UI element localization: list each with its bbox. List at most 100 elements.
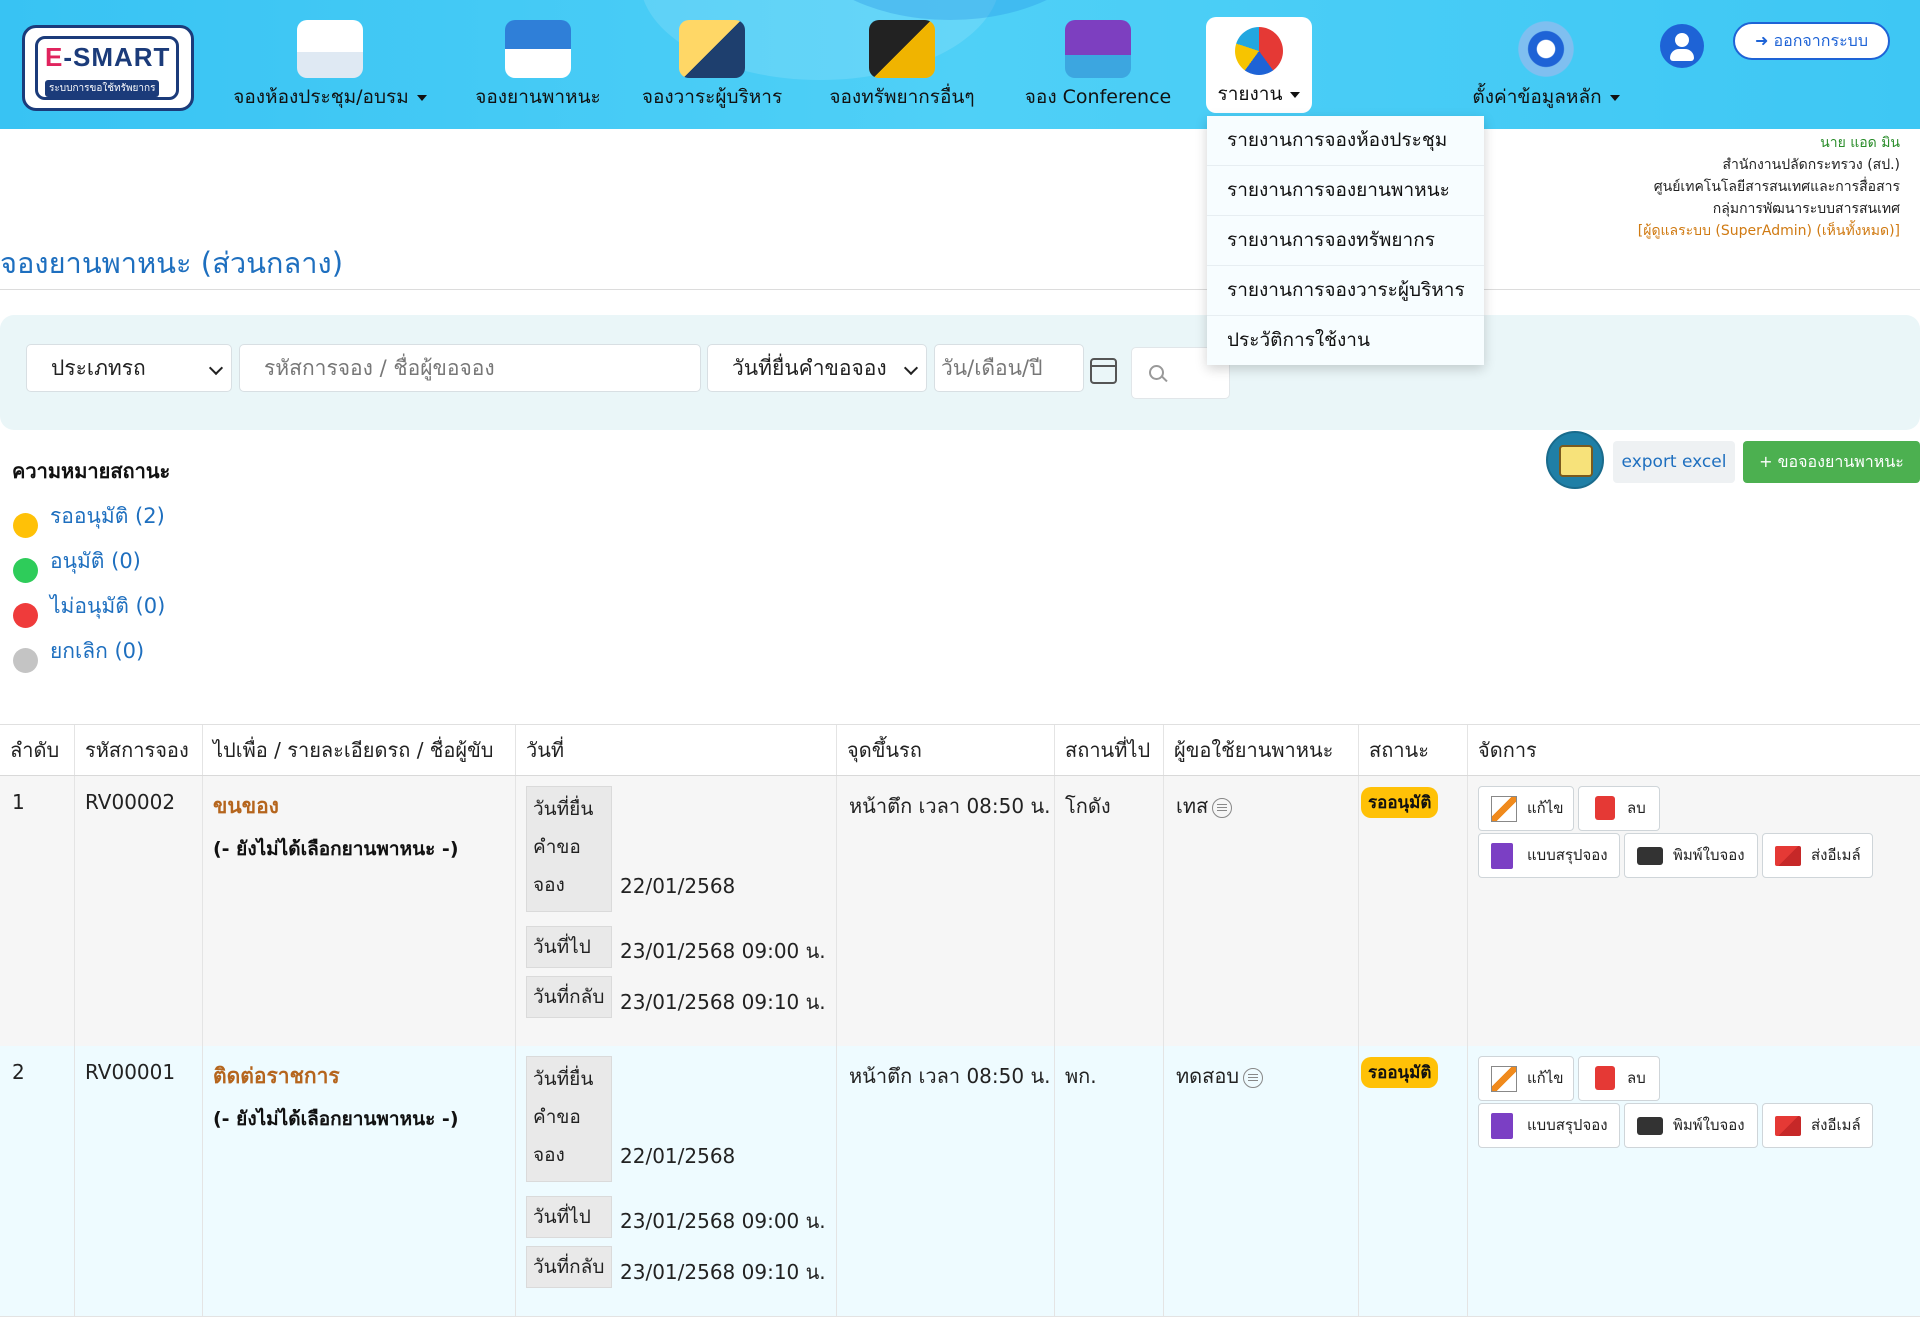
gmail-icon xyxy=(1775,1116,1801,1136)
delete-button[interactable]: ลบ xyxy=(1578,786,1660,831)
form-icon xyxy=(1491,843,1513,869)
requester-name: เทส xyxy=(1176,794,1209,818)
trip-purpose: ติดต่อราชการ xyxy=(213,1064,340,1088)
summary-button[interactable]: แบบสรุปจอง xyxy=(1478,1103,1620,1148)
add-booking-button[interactable]: + ขอจองยานพาหนะ xyxy=(1743,441,1920,483)
submit-label-line: วันที่ยื่น xyxy=(533,798,594,820)
nav-label-text: ตั้งค่าข้อมูลหลัก xyxy=(1472,86,1602,108)
booking-code: RV00001 xyxy=(85,1060,176,1084)
conference-icon xyxy=(1065,20,1131,78)
depart-date: 23/01/2568 09:00 น. xyxy=(620,939,826,963)
cell-requester: ทดสอบ xyxy=(1163,1046,1358,1316)
status-dot xyxy=(13,602,38,628)
legend-item-approved[interactable]: อนุมัติ (0) xyxy=(13,545,141,583)
print-label: พิมพ์ใบจอง xyxy=(1673,846,1745,864)
submit-date-label: วันที่ยื่น คำขอ จอง xyxy=(526,1056,612,1182)
cell-actions: แก้ไข ลบ แบบสรุปจอง พิมพ์ใบจอง ส่งอีเมล์ xyxy=(1467,776,1920,1046)
nav-executive[interactable]: จองวาระผู้บริหาร xyxy=(638,16,786,116)
email-button[interactable]: ส่งอีเมล์ xyxy=(1762,833,1873,878)
nav-conference[interactable]: จอง Conference xyxy=(1017,16,1179,116)
menu-item-report-vehicle[interactable]: รายงานการจองยานพาหนะ xyxy=(1207,166,1484,216)
cell-pickup: หน้าตึก เวลา 08:50 น. xyxy=(836,1046,1054,1316)
requester: ทดสอบ xyxy=(1176,1060,1264,1092)
executive-icon xyxy=(679,20,745,78)
vehicle-type-select[interactable]: ประเภทรถ xyxy=(26,344,232,392)
date-input[interactable]: วัน/เดือน/ปี xyxy=(934,344,1084,392)
submit-label-line: คำขอ xyxy=(533,836,581,858)
col-header-no: ลำดับ xyxy=(10,738,60,762)
user-name: นาย แอด มิน xyxy=(1820,135,1900,151)
cell-purpose: ขนของ (- ยังไม่ได้เลือกยานพาหนะ -) xyxy=(202,776,515,1046)
user-info: นาย แอด มิน สำนักงานปลัดกระทรวง (สป.) ศู… xyxy=(1638,132,1900,242)
nav-settings-label: ตั้งค่าข้อมูลหลัก xyxy=(1466,82,1626,112)
col-header-pickup: จุดขึ้นรถ xyxy=(836,725,1054,775)
submit-date-label: วันที่ยื่น คำขอ จอง xyxy=(526,786,612,912)
nav-label-text: รายงาน xyxy=(1217,83,1283,105)
requester: เทส xyxy=(1176,790,1233,822)
calendar-view-button[interactable] xyxy=(1546,431,1604,489)
email-button[interactable]: ส่งอีเมล์ xyxy=(1762,1103,1873,1148)
logout-button[interactable]: ➜ ออกจากระบบ xyxy=(1733,22,1890,60)
legend-item-rejected[interactable]: ไม่อนุมัติ (0) xyxy=(13,590,166,628)
summary-button[interactable]: แบบสรุปจอง xyxy=(1478,833,1620,878)
print-button[interactable]: พิมพ์ใบจอง xyxy=(1624,1103,1758,1148)
chevron-down-icon xyxy=(1290,91,1301,98)
cell-destination: โกดัง xyxy=(1054,776,1163,1046)
print-label: พิมพ์ใบจอง xyxy=(1673,1116,1745,1134)
return-date: 23/01/2568 09:10 น. xyxy=(620,1260,826,1284)
depart-date-label: วันที่ไป xyxy=(526,1196,612,1238)
logout-icon: ➜ xyxy=(1755,31,1769,50)
cell-destination: พก. xyxy=(1054,1046,1163,1316)
delete-button[interactable]: ลบ xyxy=(1578,1056,1660,1101)
note-icon[interactable] xyxy=(1243,1067,1264,1088)
nav-resources-label: จองทรัพยากรอื่นๆ xyxy=(829,86,975,108)
search-input[interactable]: รหัสการจอง / ชื่อผู้ขอจอง xyxy=(239,344,701,392)
depart-date-label: วันที่ไป xyxy=(526,926,612,968)
pickup-point: หน้าตึก เวลา 08:50 น. xyxy=(849,1064,1051,1088)
nav-conference-label: จอง Conference xyxy=(1024,86,1172,108)
vehicle-icon xyxy=(505,20,571,78)
form-icon xyxy=(1491,1113,1513,1139)
user-org-3: กลุ่มการพัฒนาระบบสารสนเทศ xyxy=(1712,201,1900,217)
col-header-destination: สถานที่ไป xyxy=(1054,725,1163,775)
legend-item-pending[interactable]: รออนุมัติ (2) xyxy=(13,500,165,538)
cell-code: RV00001 xyxy=(74,1046,202,1316)
date-type-select[interactable]: วันที่ยื่นคำขอจอง xyxy=(707,344,927,392)
status-badge: รออนุมัติ xyxy=(1361,1057,1439,1088)
nav-vehicle[interactable]: จองยานพาหนะ xyxy=(470,16,606,116)
print-button[interactable]: พิมพ์ใบจอง xyxy=(1624,833,1758,878)
legend-label: ไม่อนุมัติ (0) xyxy=(50,594,166,618)
edit-button[interactable]: แก้ไข xyxy=(1478,786,1574,831)
esmart-logo[interactable]: E-SMART ระบบการขอใช้ทรัพยากร xyxy=(22,25,194,111)
menu-item-usage-history[interactable]: ประวัติการใช้งาน xyxy=(1207,316,1484,365)
vehicle-type-value: ประเภทรถ xyxy=(51,356,146,380)
cell-no: 2 xyxy=(0,1046,74,1316)
submit-label-line: จอง xyxy=(533,1144,565,1166)
nav-settings[interactable]: ตั้งค่าข้อมูลหลัก xyxy=(1466,16,1626,116)
legend-item-cancelled[interactable]: ยกเลิก (0) xyxy=(13,635,145,673)
pickup-point: หน้าตึก เวลา 08:50 น. xyxy=(849,794,1051,818)
note-icon[interactable] xyxy=(1212,797,1233,818)
nav-meeting-room[interactable]: จองห้องประชุม/อบรม xyxy=(224,16,436,116)
user-avatar-icon[interactable] xyxy=(1660,24,1704,68)
menu-item-report-resources[interactable]: รายงานการจองทรัพยากร xyxy=(1207,216,1484,266)
menu-item-report-executive[interactable]: รายงานการจองวาระผู้บริหาร xyxy=(1207,266,1484,316)
col-header-manage: จัดการ xyxy=(1467,725,1920,775)
export-excel-button[interactable]: export excel xyxy=(1613,441,1735,483)
nav-resources[interactable]: จองทรัพยากรอื่นๆ xyxy=(820,16,984,116)
submit-label-line: จอง xyxy=(533,874,565,896)
destination: โกดัง xyxy=(1065,794,1111,818)
legend-label: ยกเลิก (0) xyxy=(50,639,145,663)
calendar-icon[interactable] xyxy=(1090,358,1117,384)
status-badge: รออนุมัติ xyxy=(1361,787,1439,818)
page-title: จองยานพาหนะ (ส่วนกลาง) xyxy=(0,246,344,280)
menu-item-report-meeting[interactable]: รายงานการจองห้องประชุม xyxy=(1207,116,1484,166)
return-date-label: วันที่กลับ xyxy=(526,1246,612,1288)
row-no: 2 xyxy=(12,1060,25,1084)
booking-code: RV00002 xyxy=(85,790,176,814)
edit-button[interactable]: แก้ไข xyxy=(1478,1056,1574,1101)
nav-report[interactable]: รายงาน xyxy=(1206,17,1312,113)
col-header-date: วันที่ xyxy=(515,725,836,775)
delete-label: ลบ xyxy=(1627,799,1646,817)
nav-label-text: จองห้องประชุม/อบรม xyxy=(233,86,409,108)
